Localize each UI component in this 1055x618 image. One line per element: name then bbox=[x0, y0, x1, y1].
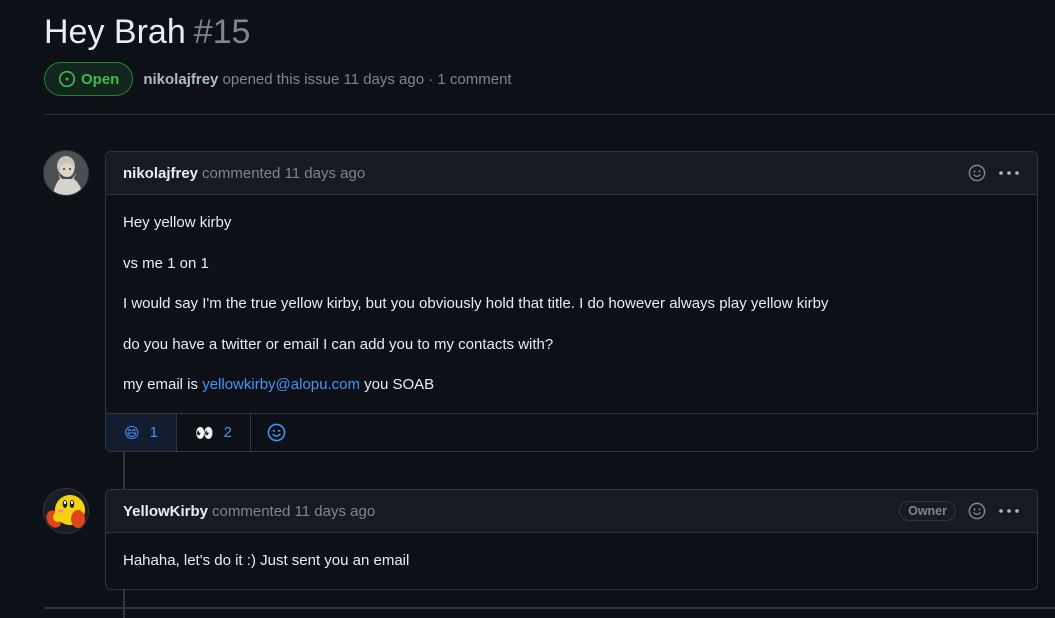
reaction-eyes[interactable]: 👀 2 bbox=[177, 414, 252, 451]
email-link[interactable]: yellowkirby@alopu.com bbox=[202, 376, 360, 393]
avatar-yellowkirby[interactable] bbox=[43, 488, 89, 534]
issue-meta: Open nikolajfrey opened this issue 11 da… bbox=[44, 62, 512, 96]
reaction-count: 1 bbox=[149, 424, 158, 441]
comment-author[interactable]: YellowKirby bbox=[123, 503, 208, 520]
add-reaction-smiley-icon[interactable] bbox=[968, 502, 986, 520]
comment-header: nikolajfrey commented 11 days ago bbox=[106, 152, 1037, 195]
comment-header: YellowKirby commented 11 days ago Owner bbox=[106, 490, 1037, 533]
issue-opened-icon bbox=[58, 70, 76, 88]
kirby-avatar-icon bbox=[44, 489, 88, 533]
comment-body: Hey yellow kirby vs me 1 on 1 I would sa… bbox=[106, 195, 1037, 413]
issue-title-text: Hey Brah bbox=[44, 13, 186, 51]
owner-badge: Owner bbox=[899, 501, 956, 521]
add-reaction-smiley-icon[interactable] bbox=[968, 164, 986, 182]
avatar-nikolajfrey[interactable] bbox=[43, 150, 89, 196]
comment-card: YellowKirby commented 11 days ago Owner … bbox=[105, 489, 1038, 590]
comment-paragraph: Hey yellow kirby bbox=[123, 214, 232, 231]
add-reaction-button[interactable] bbox=[251, 414, 302, 451]
comment-paragraph: vs me 1 on 1 bbox=[123, 254, 209, 272]
comment-author[interactable]: nikolajfrey bbox=[123, 165, 198, 182]
reaction-grinning[interactable]: 😄 1 bbox=[106, 414, 177, 451]
smiley-icon bbox=[267, 423, 286, 442]
more-options-icon[interactable] bbox=[998, 508, 1020, 514]
comment-paragraph: Hahaha, let's do it :) Just sent you an … bbox=[123, 552, 410, 569]
issue-author-link[interactable]: nikolajfrey bbox=[143, 71, 218, 88]
issue-state-label: Open bbox=[81, 70, 120, 88]
comment-timestamp[interactable]: commented 11 days ago bbox=[212, 503, 375, 520]
issue-title: Hey Brah #15 bbox=[44, 12, 250, 52]
comment-paragraph-email: my email is yellowkirby@alopu.com you SO… bbox=[123, 375, 1020, 395]
reaction-count: 2 bbox=[223, 424, 233, 441]
comment-paragraph: do you have a twitter or email I can add… bbox=[123, 335, 554, 353]
comment-timestamp[interactable]: commented 11 days ago bbox=[202, 165, 365, 182]
footer-divider bbox=[44, 607, 1055, 609]
comment-paragraph: I would say I'm the true yellow kirby, b… bbox=[123, 295, 829, 312]
comment-body: Hahaha, let's do it :) Just sent you an … bbox=[106, 533, 1037, 589]
issue-number: #15 bbox=[193, 13, 251, 51]
email-prefix: my email is bbox=[123, 376, 203, 393]
issue-opened-summary: opened this issue 11 days ago · 1 commen… bbox=[222, 70, 512, 88]
issue-opened-text: nikolajfrey opened this issue 11 days ag… bbox=[143, 71, 511, 88]
grinning-face-icon: 😄 bbox=[124, 424, 140, 442]
issue-state-badge: Open bbox=[44, 62, 134, 96]
reactions-bar: 😄 1 👀 2 bbox=[106, 413, 1037, 451]
eyes-icon: 👀 bbox=[194, 424, 214, 442]
header-divider bbox=[44, 114, 1055, 115]
wizard-avatar-icon bbox=[44, 151, 88, 195]
more-options-icon[interactable] bbox=[998, 170, 1020, 176]
comment-card: nikolajfrey commented 11 days ago Hey ye… bbox=[105, 151, 1038, 452]
email-suffix: you SOAB bbox=[359, 376, 435, 393]
